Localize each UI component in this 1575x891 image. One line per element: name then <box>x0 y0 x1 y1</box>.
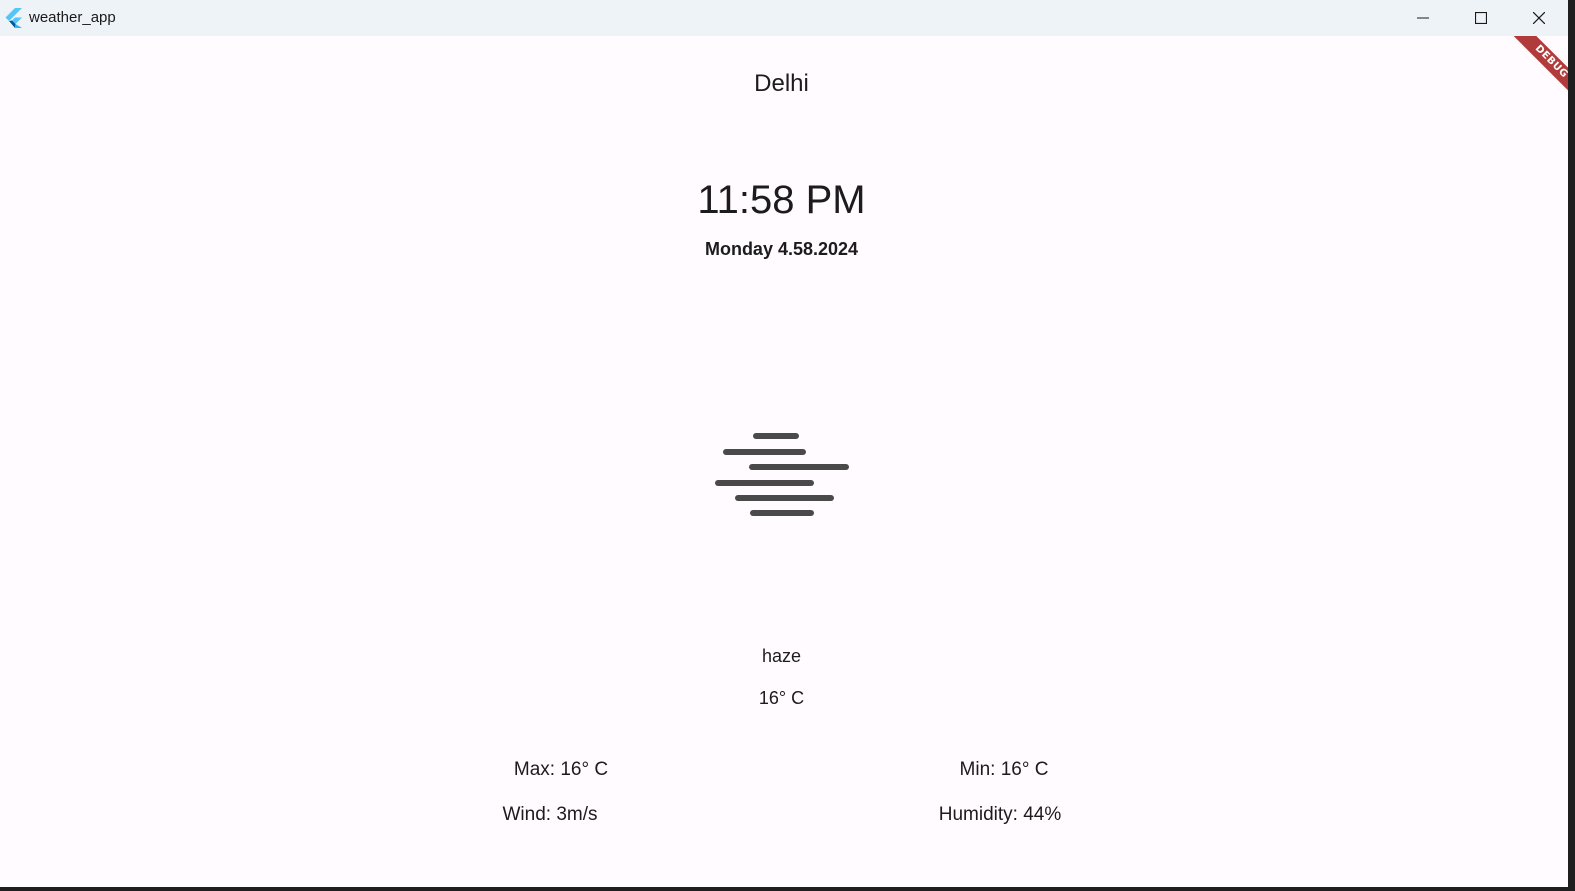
current-time: 11:58 PM <box>697 178 866 222</box>
max-temperature: Max: 16° C <box>513 759 609 780</box>
close-icon <box>1533 12 1545 24</box>
city-name: Delhi <box>754 70 809 97</box>
humidity: Humidity: 44% <box>938 804 1062 825</box>
window-title: weather_app <box>29 9 116 26</box>
app-window: weather_app DEBUG Delhi 11:58 PM Monday … <box>0 0 1568 887</box>
close-button[interactable] <box>1510 0 1568 36</box>
maximize-icon <box>1475 12 1487 24</box>
title-bar[interactable]: weather_app <box>0 0 1568 36</box>
flutter-logo-icon <box>5 8 22 28</box>
haze-icon <box>715 433 849 516</box>
weather-condition: haze <box>761 646 802 666</box>
min-temperature: Min: 16° C <box>959 759 1049 780</box>
minimize-button[interactable] <box>1394 0 1452 36</box>
current-date: Monday 4.58.2024 <box>704 239 859 259</box>
wind-speed: Wind: 3m/s <box>502 804 598 825</box>
minimize-icon <box>1417 17 1429 19</box>
current-temperature: 16° C <box>758 688 805 708</box>
maximize-button[interactable] <box>1452 0 1510 36</box>
